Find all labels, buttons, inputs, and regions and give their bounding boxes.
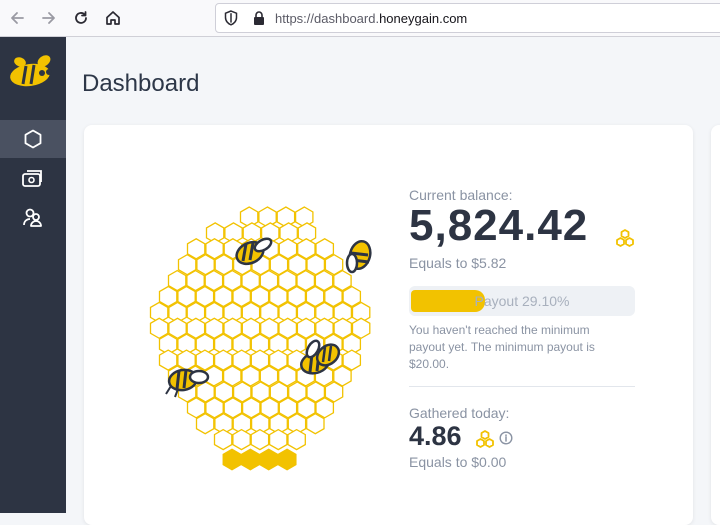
sidebar-item-referrals[interactable] <box>0 198 66 236</box>
bee-icon <box>345 239 372 274</box>
honeycomb-cell <box>287 428 306 451</box>
payout-notice: You haven't reached the minimum payout y… <box>409 323 595 371</box>
wallet-icon <box>22 170 42 187</box>
sidebar <box>0 37 66 513</box>
honeycomb-cell <box>306 412 325 435</box>
honeycomb-cell <box>232 428 251 451</box>
gathered-equals: Equals to $0.00 <box>409 454 507 470</box>
gathered-today-label: Gathered today: <box>409 405 510 421</box>
sidebar-item-payouts[interactable] <box>0 159 66 197</box>
balance-equals: Equals to $5.82 <box>409 255 507 271</box>
reload-icon[interactable] <box>68 5 94 31</box>
browser-toolbar: https://dashboard.honeygain.com <box>0 0 720 37</box>
honeycomb-cell <box>250 428 270 451</box>
sidebar-item-dashboard[interactable] <box>0 120 66 158</box>
honeycoin-icon <box>476 430 494 448</box>
honeycomb-illustration <box>149 206 372 471</box>
honeycoin-icon <box>616 229 634 247</box>
info-icon[interactable] <box>499 431 513 445</box>
payout-progress-text: Payout 29.10% <box>474 293 570 309</box>
url-text[interactable]: https://dashboard.honeygain.com <box>275 11 467 26</box>
payout-progress-bar: Payout 29.10% <box>409 286 635 316</box>
honeycomb-cell <box>324 381 344 403</box>
honeycomb-cell <box>213 428 233 451</box>
lock-icon[interactable] <box>253 10 265 26</box>
gathered-value: 4.86 <box>409 421 462 451</box>
back-arrow-icon[interactable] <box>4 5 30 31</box>
hexagon-icon <box>24 129 42 149</box>
balance-value: 5,824.42 <box>409 201 589 250</box>
honeycomb-cell-filled <box>259 448 279 471</box>
honeycomb-cell <box>195 412 215 435</box>
honeycomb-cell <box>351 317 371 340</box>
shield-icon[interactable] <box>224 10 238 26</box>
balance-card: Current balance: 5,824.42 Equals to $5.8… <box>84 125 693 525</box>
honeycomb-cell-filled <box>240 448 260 471</box>
next-card <box>711 125 720 525</box>
address-bar[interactable]: https://dashboard.honeygain.com <box>215 3 720 33</box>
honeycomb-cell <box>268 428 288 451</box>
divider <box>409 386 635 387</box>
home-icon[interactable] <box>100 5 126 31</box>
honeycomb-cell <box>342 349 362 371</box>
honeycomb-cell-filled <box>277 448 297 471</box>
page-title: Dashboard <box>82 70 200 97</box>
users-icon <box>23 208 42 227</box>
forward-arrow-icon[interactable] <box>36 5 62 31</box>
honeycomb-cell <box>315 397 335 419</box>
honeygain-logo-icon[interactable] <box>6 51 56 96</box>
honeycomb-cell-filled <box>222 448 242 471</box>
